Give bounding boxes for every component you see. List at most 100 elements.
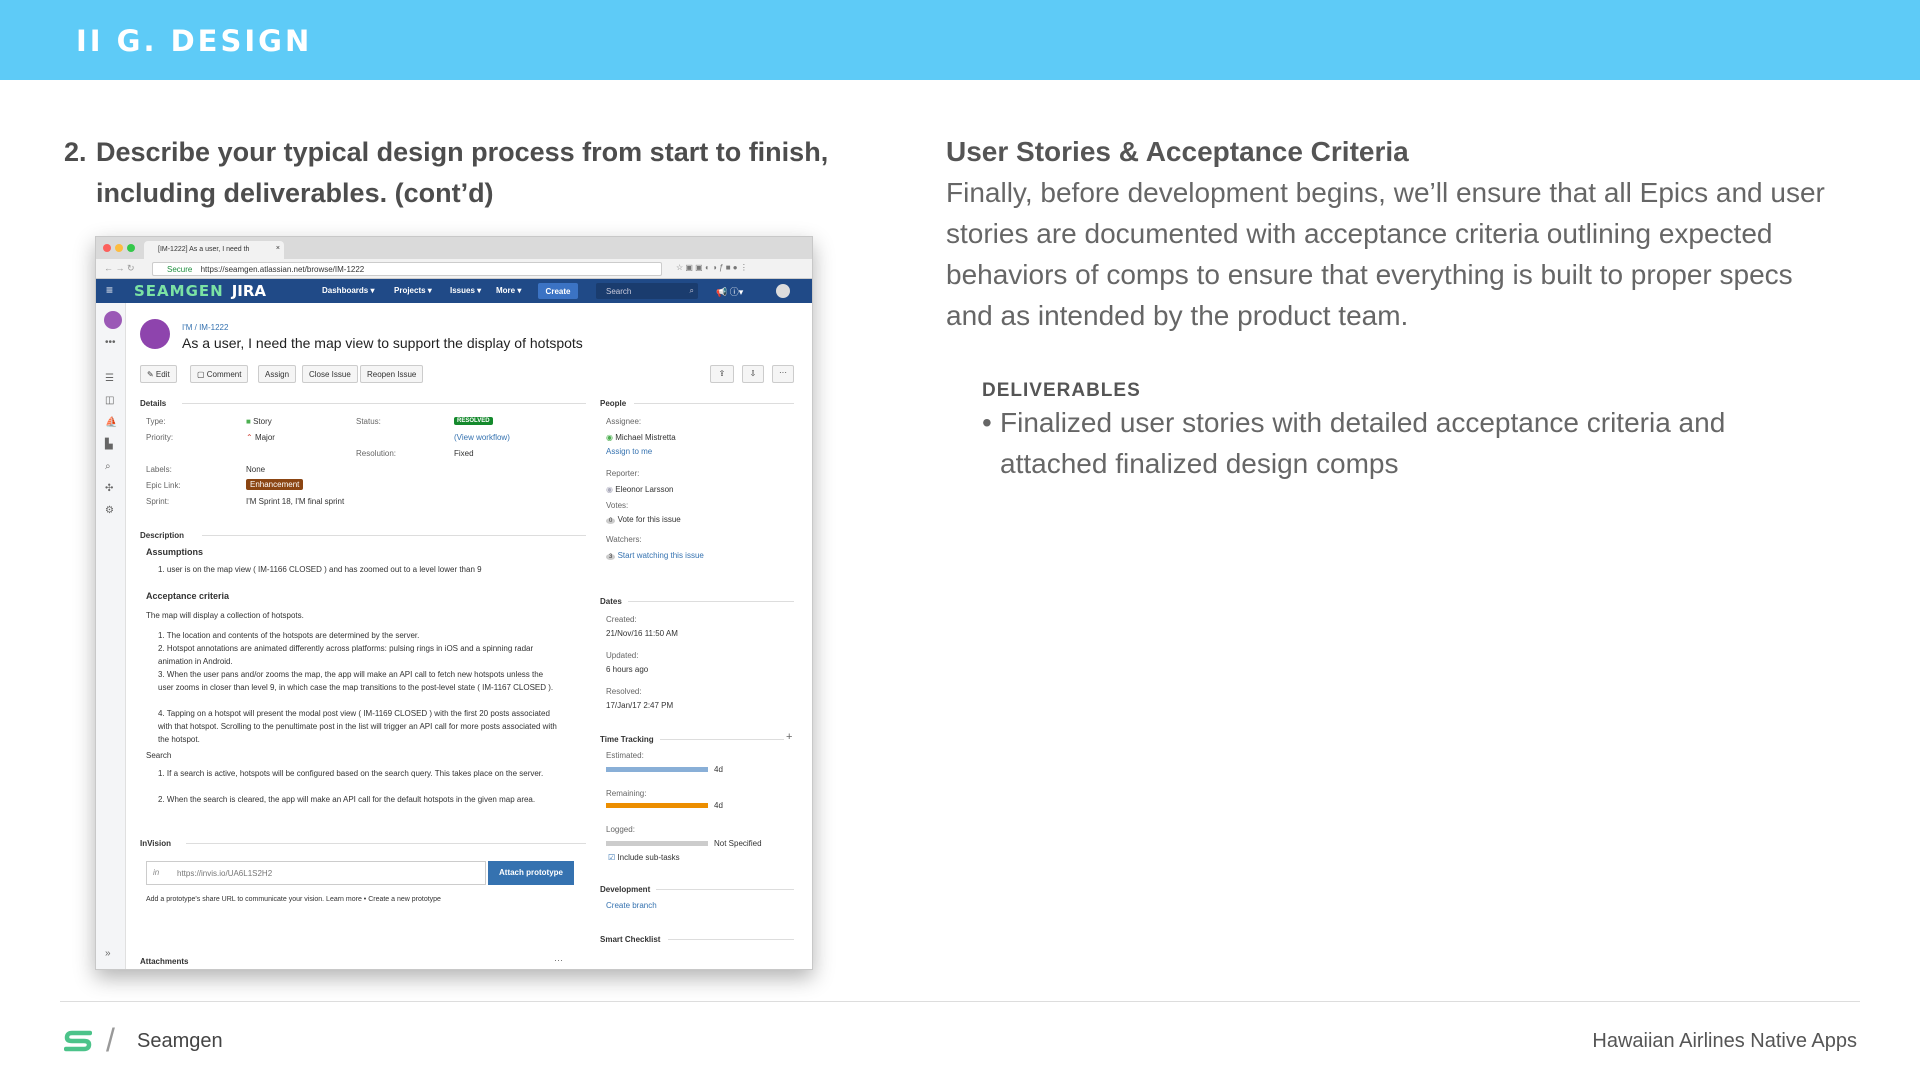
time-tracking-heading: Time Tracking xyxy=(600,735,654,744)
sprint-label: Sprint: xyxy=(146,497,170,506)
view-workflow-link[interactable]: (View workflow) xyxy=(454,433,510,442)
user-avatar[interactable] xyxy=(776,284,790,298)
tab-close-icon[interactable]: × xyxy=(276,245,280,252)
criteria-item: 1. The location and contents of the hots… xyxy=(158,631,420,640)
releases-icon[interactable]: ⛵ xyxy=(105,417,117,428)
nav-more[interactable]: More ▾ xyxy=(496,286,521,295)
backlog-icon[interactable]: ☰ xyxy=(105,373,114,384)
priority-major-icon: ⌃ xyxy=(246,433,253,442)
seamgen-logo-icon xyxy=(64,1030,92,1052)
browser-urlbar: ← → ↻ Secure https://seamgen.atlassian.n… xyxy=(96,259,812,279)
search-icon: ⌕ xyxy=(689,286,694,295)
remaining-bar xyxy=(606,803,708,808)
nav-issues[interactable]: Issues ▾ xyxy=(450,286,481,295)
remaining-value: 4d xyxy=(714,801,723,810)
project-icon xyxy=(140,319,170,349)
assign-button[interactable]: Assign xyxy=(258,365,297,383)
create-branch-link[interactable]: Create branch xyxy=(606,901,657,910)
labels-label: Labels: xyxy=(146,465,172,474)
prototype-url-input[interactable]: in https://invis.io/UA6L1S2H2 xyxy=(146,861,486,885)
smart-checklist-heading: Smart Checklist xyxy=(600,935,661,944)
divider xyxy=(202,535,586,536)
project-sidebar: ••• ☰ ◫ ⛵ ▙ ⌕ ✣ ⚙ » xyxy=(96,303,126,969)
epic-label: Epic Link: xyxy=(146,481,181,490)
address-bar[interactable]: Secure https://seamgen.atlassian.net/bro… xyxy=(152,262,662,276)
deliverables-heading: DELIVERABLES xyxy=(982,380,1141,401)
resolution-value: Fixed xyxy=(454,449,474,458)
divider xyxy=(668,939,794,940)
addons-icon[interactable]: ✣ xyxy=(105,483,113,494)
watchers-label: Watchers: xyxy=(606,535,642,544)
maximize-dot[interactable] xyxy=(127,244,135,252)
secure-label: Secure xyxy=(167,265,193,274)
checkbox-icon: ☑ xyxy=(608,853,616,862)
close-issue-button[interactable]: Close Issue xyxy=(302,365,358,383)
reporter-value: ◉ Eleonor Larsson xyxy=(606,485,674,494)
tab-title: [IM-1222] As a user, I need th xyxy=(158,246,250,253)
reports-icon[interactable]: ▙ xyxy=(105,439,113,450)
criteria-item: 3. When the user pans and/or zooms the m… xyxy=(158,670,554,692)
criteria-item: 2. Hotspot annotations are animated diff… xyxy=(158,644,534,666)
search-heading: Search xyxy=(146,751,172,760)
jira-logo[interactable]: SEAMGEN JIRA xyxy=(134,282,266,300)
divider xyxy=(634,403,794,404)
back-forward-icon[interactable]: ← → ↻ xyxy=(104,263,135,274)
settings-icon[interactable]: ⚙ xyxy=(105,505,114,516)
description-heading: Description xyxy=(140,531,185,540)
share-icon[interactable]: ⇩ xyxy=(742,365,764,383)
section-content: User Stories & Acceptance Criteria Final… xyxy=(946,132,1846,336)
jira-screenshot: [IM-1222] As a user, I need th × ← → ↻ S… xyxy=(95,236,813,970)
user-icon: ◉ xyxy=(606,485,613,494)
criteria-item: 4. Tapping on a hotspot will present the… xyxy=(158,709,557,744)
section-body: Finally, before development begins, we’l… xyxy=(946,177,1825,331)
assign-to-me-link[interactable]: Assign to me xyxy=(606,447,652,456)
include-subtasks-checkbox[interactable]: ☑ Include sub-tasks xyxy=(608,853,680,862)
export-icon[interactable]: ⇪ xyxy=(710,365,734,383)
comment-button[interactable]: ▢ Comment xyxy=(190,365,249,383)
notification-help-icons[interactable]: 📢 ⓘ▾ xyxy=(716,285,743,298)
divider xyxy=(660,739,784,740)
reopen-issue-button[interactable]: Reopen Issue xyxy=(360,365,424,383)
jira-search-input[interactable]: Search ⌕ xyxy=(596,283,698,299)
divider xyxy=(656,889,794,890)
header-bar: II G. DESIGN xyxy=(0,0,1920,80)
issues-icon[interactable]: ⌕ xyxy=(105,461,111,472)
add-icon[interactable]: + xyxy=(786,731,792,743)
attachments-heading: Attachments xyxy=(140,957,189,966)
more-actions-icon[interactable]: ··· xyxy=(772,365,794,383)
type-label: Type: xyxy=(146,417,166,426)
close-dot[interactable] xyxy=(103,244,111,252)
nav-dashboards[interactable]: Dashboards ▾ xyxy=(322,286,374,295)
section-heading: User Stories & Acceptance Criteria xyxy=(946,136,1409,167)
issue-summary: As a user, I need the map view to suppor… xyxy=(182,335,583,351)
browser-tab[interactable]: [IM-1222] As a user, I need th × xyxy=(144,241,284,259)
expand-icon[interactable]: » xyxy=(105,948,111,959)
more-icon[interactable]: ••• xyxy=(105,337,116,348)
minimize-dot[interactable] xyxy=(115,244,123,252)
extension-icons[interactable]: ☆ ▣ ▣ ◐ ◑ ƒ ■ ● ⋮ xyxy=(676,263,748,272)
watch-link[interactable]: 3 Start watching this issue xyxy=(606,551,704,560)
epic-badge[interactable]: Enhancement xyxy=(246,479,304,490)
board-icon[interactable]: ◫ xyxy=(105,395,114,406)
create-button[interactable]: Create xyxy=(538,283,578,299)
estimated-label: Estimated: xyxy=(606,751,644,760)
menu-icon[interactable]: ≡ xyxy=(106,283,113,297)
edit-button[interactable]: ✎ Edit xyxy=(140,365,177,383)
resolved-value: 17/Jan/17 2:47 PM xyxy=(606,701,674,710)
breadcrumb[interactable]: I'M / IM-1222 xyxy=(182,323,228,332)
attach-prototype-button[interactable]: Attach prototype xyxy=(488,861,574,885)
divider xyxy=(628,601,794,602)
nav-projects[interactable]: Projects ▾ xyxy=(394,286,432,295)
assumption-item: 1. user is on the map view ( IM-1166 CLO… xyxy=(158,565,482,574)
estimated-value: 4d xyxy=(714,765,723,774)
votes-value[interactable]: 0 Vote for this issue xyxy=(606,515,681,524)
dates-heading: Dates xyxy=(600,597,622,606)
updated-label: Updated: xyxy=(606,651,639,660)
more-icon[interactable]: ··· xyxy=(554,955,563,965)
status-badge: RESOLVED xyxy=(454,417,493,425)
footer-divider xyxy=(60,1001,1860,1002)
project-avatar[interactable] xyxy=(104,311,122,329)
invision-heading: InVision xyxy=(140,839,171,848)
user-icon: ◉ xyxy=(606,433,613,442)
reporter-label: Reporter: xyxy=(606,469,640,478)
